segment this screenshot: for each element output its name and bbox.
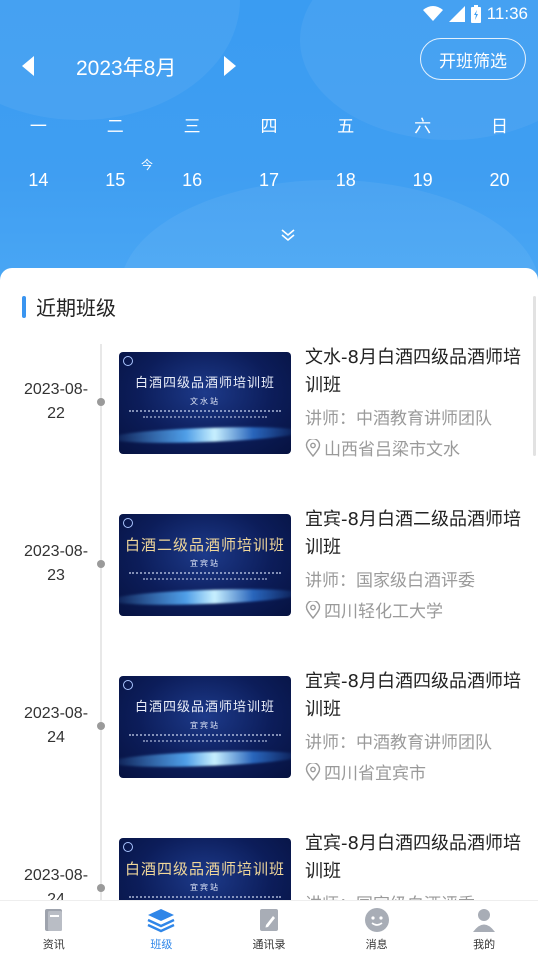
calendar-day[interactable]: 14 [0, 170, 77, 191]
timeline-dot [97, 722, 105, 730]
timeline-dot [97, 398, 105, 406]
class-teacher: 讲师：国家级白酒评委 [305, 890, 475, 900]
class-icon [147, 909, 175, 933]
status-time: 11:36 [486, 4, 528, 23]
class-location: 四川省宜宾市 [305, 759, 426, 784]
calendar-day[interactable]: 17 [231, 170, 308, 191]
thumbnail-banner: 白酒四级品酒师培训班 [124, 860, 285, 878]
thumbnail-station: 文水站 [190, 397, 220, 406]
previous-month-icon[interactable] [22, 56, 36, 76]
signal-icon [448, 6, 465, 22]
calendar-day[interactable]: 16 [154, 170, 231, 191]
thumbnail-banner: 白酒二级品酒师培训班 [124, 536, 285, 554]
timeline-dot [97, 560, 105, 568]
calendar-day[interactable]: 19 [384, 170, 461, 191]
class-date: 2023-08- 22 [23, 381, 89, 422]
battery-icon [470, 5, 481, 23]
tab-messages[interactable]: 消息 [323, 901, 431, 956]
tab-class[interactable]: 班级 [108, 901, 216, 956]
next-month-icon[interactable] [222, 56, 236, 76]
location-pin-icon [305, 438, 321, 457]
tab-label: 通讯录 [252, 938, 286, 951]
class-thumbnail[interactable]: 白酒四级品酒师培训班 宜宾站 [119, 838, 291, 900]
tab-contacts[interactable]: 通讯录 [215, 901, 323, 956]
logo-icon [123, 680, 133, 690]
recent-classes-panel: 近期班级 2023-08- 22 白酒四级品酒师培训班 文水站 文水-8月白酒四… [0, 268, 538, 900]
location-pin-icon [305, 762, 321, 781]
thumbnail-banner: 白酒四级品酒师培训班 [134, 700, 275, 715]
class-thumbnail[interactable]: 白酒四级品酒师培训班 宜宾站 [119, 676, 291, 778]
class-list-item[interactable]: 2023-08- 24 白酒四级品酒师培训班 宜宾站 宜宾-8月白酒四级品酒师培… [0, 830, 538, 900]
timeline-dot [97, 884, 105, 892]
tab-label: 我的 [473, 938, 496, 951]
day-row: 14 15 16 17 18 19 20 [0, 170, 538, 191]
class-date: 2023-08- 24 [23, 705, 89, 746]
section-accent-bar [22, 295, 26, 318]
weekday-label: 二 [106, 117, 124, 137]
class-title[interactable]: 宜宾-8月白酒四级品酒师培训班 [305, 668, 525, 724]
class-list-item[interactable]: 2023-08- 22 白酒四级品酒师培训班 文水站 文水-8月白酒四级品酒师培… [0, 344, 538, 484]
class-thumbnail[interactable]: 白酒二级品酒师培训班 宜宾站 [119, 514, 291, 616]
calendar-day[interactable]: 18 [307, 170, 384, 191]
weekday-label: 一 [29, 117, 47, 137]
thumbnail-station: 宜宾站 [190, 883, 220, 892]
tab-profile[interactable]: 我的 [430, 901, 538, 956]
thumbnail-station: 宜宾站 [190, 559, 220, 568]
news-icon [44, 909, 62, 931]
class-date: 2023-08- 23 [23, 543, 89, 584]
section-title: 近期班级 [36, 296, 116, 320]
calendar-day-today[interactable]: 15 [77, 170, 154, 191]
wifi-icon [422, 6, 443, 21]
weekday-label: 四 [260, 117, 278, 137]
class-teacher: 讲师：中酒教育讲师团队 [305, 733, 492, 753]
section-header: 近期班级 [22, 292, 116, 321]
tab-news[interactable]: 资讯 [0, 901, 108, 956]
class-title[interactable]: 宜宾-8月白酒二级品酒师培训班 [305, 506, 525, 562]
tab-label: 班级 [150, 938, 173, 951]
class-thumbnail[interactable]: 白酒四级品酒师培训班 文水站 [119, 352, 291, 454]
logo-icon [123, 356, 133, 366]
weekday-label: 三 [183, 117, 201, 137]
expand-calendar-icon[interactable] [281, 228, 295, 242]
class-list-item[interactable]: 2023-08- 24 白酒四级品酒师培训班 宜宾站 宜宾-8月白酒四级品酒师培… [0, 668, 538, 808]
message-icon [364, 908, 389, 932]
tab-label: 资讯 [42, 938, 65, 951]
class-title[interactable]: 文水-8月白酒四级品酒师培训班 [305, 344, 525, 400]
class-location: 四川轻化工大学 [305, 597, 443, 622]
calendar-day[interactable]: 20 [461, 170, 538, 191]
weekday-label: 日 [490, 117, 508, 137]
class-title[interactable]: 宜宾-8月白酒四级品酒师培训班 [305, 830, 525, 886]
class-teacher: 讲师：中酒教育讲师团队 [305, 409, 492, 429]
tab-label: 消息 [365, 938, 388, 951]
weekday-label: 五 [337, 117, 355, 137]
weekday-label: 六 [414, 117, 432, 137]
location-pin-icon [305, 600, 321, 619]
thumbnail-station: 宜宾站 [190, 721, 220, 730]
class-filter-button[interactable]: 开班筛选 [420, 38, 526, 80]
thumbnail-banner: 白酒四级品酒师培训班 [134, 376, 275, 391]
logo-icon [123, 518, 133, 528]
contacts-icon [259, 909, 278, 931]
status-bar: 11:36 [0, 0, 538, 28]
month-selector: 2023年8月 开班筛选 [0, 38, 538, 84]
weekday-row: 一 二 三 四 五 六 日 [0, 112, 538, 137]
class-location: 山西省吕梁市文水 [305, 435, 460, 460]
profile-icon [473, 909, 496, 932]
month-label: 2023年8月 [76, 57, 177, 80]
class-list-item[interactable]: 2023-08- 23 白酒二级品酒师培训班 宜宾站 宜宾-8月白酒二级品酒师培… [0, 506, 538, 646]
calendar-header: 11:36 2023年8月 开班筛选 一 二 三 四 五 六 日 今 14 15… [0, 0, 538, 290]
logo-icon [123, 842, 133, 852]
class-date: 2023-08- 24 [23, 867, 89, 900]
class-teacher: 讲师：国家级白酒评委 [305, 571, 475, 591]
bottom-tab-bar: 资讯 班级 通讯录 消息 我的 [0, 900, 538, 956]
